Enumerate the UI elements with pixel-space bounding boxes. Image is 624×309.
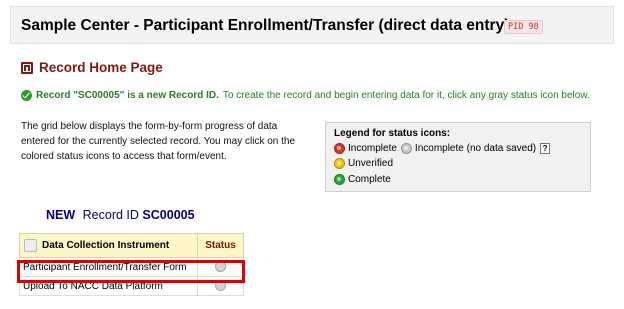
legend-row-unverified: Unverified — [334, 158, 393, 169]
table-row: Participant Enrollment/Transfer Form — [19, 257, 244, 277]
new-record-message-bold: Record "SC00005" is a new Record ID. — [36, 90, 219, 101]
yellow-status-icon — [334, 158, 345, 169]
grid-description: The grid below displays the form-by-form… — [21, 121, 296, 162]
legend-incomplete-label: Incomplete — [348, 143, 397, 154]
table-header-row: Data Collection Instrument Status — [19, 233, 244, 258]
record-id-heading: NEW Record ID SC00005 — [46, 208, 195, 222]
help-button[interactable]: ? — [540, 143, 551, 154]
legend-complete-label: Complete — [348, 174, 391, 185]
green-status-icon — [334, 174, 345, 185]
page-title: Sample Center - Participant Enrollment/T… — [21, 17, 510, 34]
legend-row-incomplete: Incomplete Incomplete (no data saved) ? — [334, 143, 551, 154]
red-status-icon — [334, 143, 345, 154]
record-id-value: SC00005 — [142, 208, 195, 222]
pid-badge: PID 98 — [504, 20, 543, 34]
instrument-column-header: Data Collection Instrument — [19, 233, 198, 258]
record-home-title: Record Home Page — [39, 60, 163, 75]
gray-status-icon[interactable] — [215, 261, 226, 273]
record-home-heading: Record Home Page — [21, 60, 163, 75]
status-cell — [197, 257, 244, 277]
record-grid-table: Data Collection Instrument Status Partic… — [19, 233, 244, 296]
instrument-column-label: Data Collection Instrument — [42, 240, 170, 252]
record-home-icon — [21, 61, 33, 74]
legend-incomplete-no-data-label: Incomplete (no data saved) — [414, 143, 537, 154]
table-row: Upload To NACC Data Platform — [19, 276, 244, 296]
new-record-message: Record "SC00005" is a new Record ID. To … — [21, 90, 590, 101]
new-record-tag: NEW — [46, 208, 76, 222]
instrument-name: Participant Enrollment/Transfer Form — [19, 257, 198, 277]
status-column-header: Status — [197, 233, 244, 258]
check-circle-icon — [21, 90, 32, 101]
collapse-toggle-icon[interactable] — [24, 239, 37, 252]
legend-unverified-label: Unverified — [348, 158, 394, 169]
legend-row-complete: Complete — [334, 174, 391, 185]
gray-status-icon — [400, 143, 412, 154]
page-header: Sample Center - Participant Enrollment/T… — [10, 6, 614, 44]
status-cell — [197, 276, 244, 296]
new-record-message-text: To create the record and begin entering … — [222, 90, 590, 101]
record-id-label: Record ID — [82, 208, 139, 222]
gray-status-icon[interactable] — [215, 280, 226, 292]
status-legend: Legend for status icons: Incomplete Inco… — [325, 122, 591, 192]
legend-title: Legend for status icons: — [334, 128, 451, 139]
instrument-name: Upload To NACC Data Platform — [19, 276, 198, 296]
